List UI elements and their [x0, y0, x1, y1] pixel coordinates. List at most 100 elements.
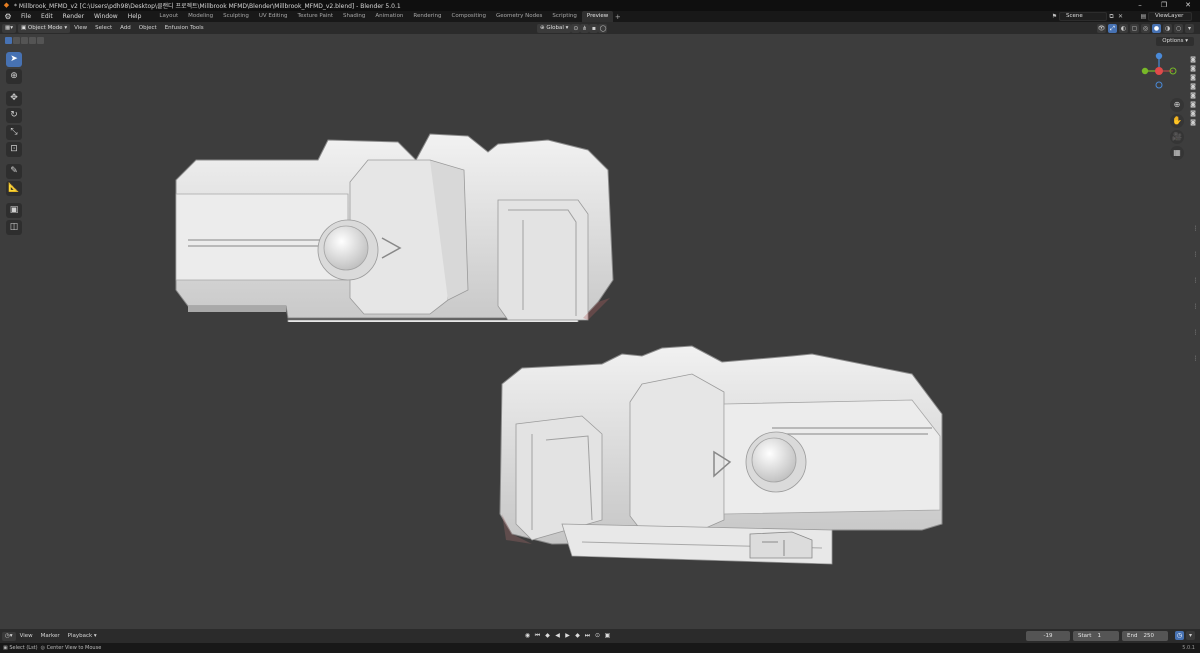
menu-file[interactable]: File [16, 11, 36, 22]
view-layer-field[interactable]: ViewLayer [1148, 12, 1192, 21]
camera-icon[interactable]: ◙ [1189, 74, 1197, 82]
rotate-tool-icon[interactable]: ↻ [6, 108, 22, 123]
sidebar-tab-icon[interactable]: ⋮ [1191, 302, 1200, 312]
menu-select[interactable]: Select [91, 22, 116, 34]
cursor-tool-icon[interactable]: ⊕ [6, 69, 22, 84]
camera-icon[interactable]: ◙ [1189, 119, 1197, 127]
menu-window[interactable]: Window [89, 11, 123, 22]
menu-enfusion-tools[interactable]: Enfusion Tools [161, 22, 208, 34]
play-reverse-icon[interactable]: ◀ [553, 631, 562, 640]
annotate-tool-icon[interactable]: ✎ [6, 164, 22, 179]
sidebar-tab-icon[interactable]: ⋮ [1191, 328, 1200, 338]
scale-tool-icon[interactable]: ⤡ [6, 125, 22, 140]
navigation-gizmo[interactable] [1140, 52, 1178, 90]
camera-view-icon[interactable]: 🎥 [1170, 130, 1184, 144]
delete-scene-icon[interactable]: ✕ [1116, 12, 1125, 21]
menu-add[interactable]: Add [116, 22, 135, 34]
tab-preview[interactable]: Preview [581, 11, 614, 22]
tab-geometry-nodes[interactable]: Geometry Nodes [491, 11, 547, 22]
sidebar-tab-icon[interactable]: ⋮ [1191, 250, 1200, 260]
jump-start-icon[interactable]: ⏮ [533, 631, 542, 640]
tab-rendering[interactable]: Rendering [408, 11, 446, 22]
end-frame-field[interactable]: End 250 [1122, 631, 1168, 641]
snap-icon[interactable]: ⋔ [580, 23, 590, 33]
y-axis-icon[interactable] [1141, 67, 1149, 75]
maximize-icon[interactable]: ❐ [1152, 0, 1176, 11]
proportional-edit-icon[interactable]: ◯ [598, 23, 608, 33]
camera-icon[interactable]: ◙ [1189, 92, 1197, 100]
keying-icon[interactable]: ⊙ [593, 631, 602, 640]
camera-icon[interactable]: ◙ [1189, 65, 1197, 73]
next-keyframe-icon[interactable]: ◆ [573, 631, 582, 640]
select-subtract-icon[interactable] [21, 37, 28, 44]
move-tool-icon[interactable]: ✥ [6, 91, 22, 106]
select-new-icon[interactable] [5, 37, 12, 44]
camera-icon[interactable]: ◙ [1189, 83, 1197, 91]
timeline-menu-view[interactable]: View [16, 629, 37, 643]
add-cube-tool-icon[interactable]: ▣ [6, 203, 22, 218]
z-axis-icon[interactable] [1155, 52, 1163, 60]
camera-icon[interactable]: ◙ [1189, 56, 1197, 64]
sidebar-tab-icon[interactable]: ⋮ [1191, 276, 1200, 286]
start-frame-field[interactable]: Start 1 [1073, 631, 1119, 641]
model-part-upper[interactable] [168, 130, 628, 322]
extra-tool-icon[interactable]: ◫ [6, 220, 22, 235]
camera-icon[interactable]: ◙ [1189, 101, 1197, 109]
3d-viewport[interactable]: Options ▾ ➤ ⊕ ✥ ↻ ⤡ ⊡ ✎ 📐 ▣ ◫ ⊕ ✋ 🎥 ▦ ◙ … [0, 34, 1200, 629]
camera-icon[interactable]: ◙ [1189, 110, 1197, 118]
snap-target-icon[interactable]: ▪ [589, 23, 599, 33]
select-intersect-icon[interactable] [29, 37, 36, 44]
visibility-icon[interactable]: 👁 [1097, 23, 1106, 33]
editor-type-button[interactable]: ▦▾ [2, 23, 16, 33]
timeline-menu-marker[interactable]: Marker [37, 629, 64, 643]
zoom-icon[interactable]: ⊕ [1170, 98, 1184, 112]
pan-hand-icon[interactable]: ✋ [1170, 114, 1184, 128]
sidebar-tab-icon[interactable]: ⋮ [1191, 224, 1200, 234]
rendered-shading-icon[interactable]: ○ [1174, 23, 1183, 33]
tab-texture-paint[interactable]: Texture Paint [293, 11, 339, 22]
menu-view[interactable]: View [70, 22, 91, 34]
select-box-tool-icon[interactable]: ➤ [6, 52, 22, 67]
wireframe-shading-icon[interactable]: ◎ [1141, 23, 1150, 33]
tab-sculpting[interactable]: Sculpting [218, 11, 254, 22]
tab-shading[interactable]: Shading [338, 11, 370, 22]
measure-tool-icon[interactable]: 📐 [6, 181, 22, 196]
add-workspace-button[interactable]: + [613, 13, 622, 21]
perspective-grid-icon[interactable]: ▦ [1170, 146, 1184, 160]
keying-set-icon[interactable]: ▣ [603, 631, 612, 640]
solid-shading-icon[interactable]: ● [1152, 23, 1161, 33]
new-scene-icon[interactable]: ⧉ [1107, 12, 1116, 21]
menu-object[interactable]: Object [135, 22, 161, 34]
pivot-icon[interactable]: ⊙ [571, 23, 581, 33]
options-button[interactable]: Options ▾ [1156, 37, 1194, 46]
close-icon[interactable]: ✕ [1176, 0, 1200, 11]
tab-scripting[interactable]: Scripting [547, 11, 581, 22]
gizmo-toggle-icon[interactable]: ⤢ [1108, 23, 1117, 33]
model-part-lower[interactable] [492, 344, 952, 566]
tab-compositing[interactable]: Compositing [447, 11, 491, 22]
select-extend-icon[interactable] [13, 37, 20, 44]
prev-keyframe-icon[interactable]: ◆ [543, 631, 552, 640]
x-axis-icon[interactable] [1155, 67, 1163, 75]
orientation-dropdown[interactable]: ⊕ Global ▾ [537, 23, 572, 33]
scene-icon[interactable]: ⚑ [1050, 12, 1059, 21]
select-invert-icon[interactable] [37, 37, 44, 44]
menu-render[interactable]: Render [58, 11, 89, 22]
record-icon[interactable]: ◉ [523, 631, 532, 640]
timeline-view-icon[interactable]: ◷ [1175, 631, 1184, 640]
minimize-icon[interactable]: – [1128, 0, 1152, 11]
tab-layout[interactable]: Layout [154, 11, 183, 22]
menu-help[interactable]: Help [123, 11, 147, 22]
timeline-editor-type-button[interactable]: ◷▾ [2, 631, 16, 641]
jump-end-icon[interactable]: ⏭ [583, 631, 592, 640]
overlay-toggle-icon[interactable]: ◐ [1119, 23, 1128, 33]
tab-animation[interactable]: Animation [370, 11, 408, 22]
menu-edit[interactable]: Edit [36, 11, 58, 22]
timeline-options-icon[interactable]: ▾ [1186, 631, 1195, 640]
blender-logo-icon[interactable]: ⚙ [3, 12, 13, 22]
shading-options-icon[interactable]: ▾ [1185, 23, 1194, 33]
transform-tool-icon[interactable]: ⊡ [6, 142, 22, 157]
tab-uv-editing[interactable]: UV Editing [254, 11, 293, 22]
mode-dropdown[interactable]: ▣ Object Mode ▾ [17, 23, 71, 33]
tab-modeling[interactable]: Modeling [183, 11, 218, 22]
